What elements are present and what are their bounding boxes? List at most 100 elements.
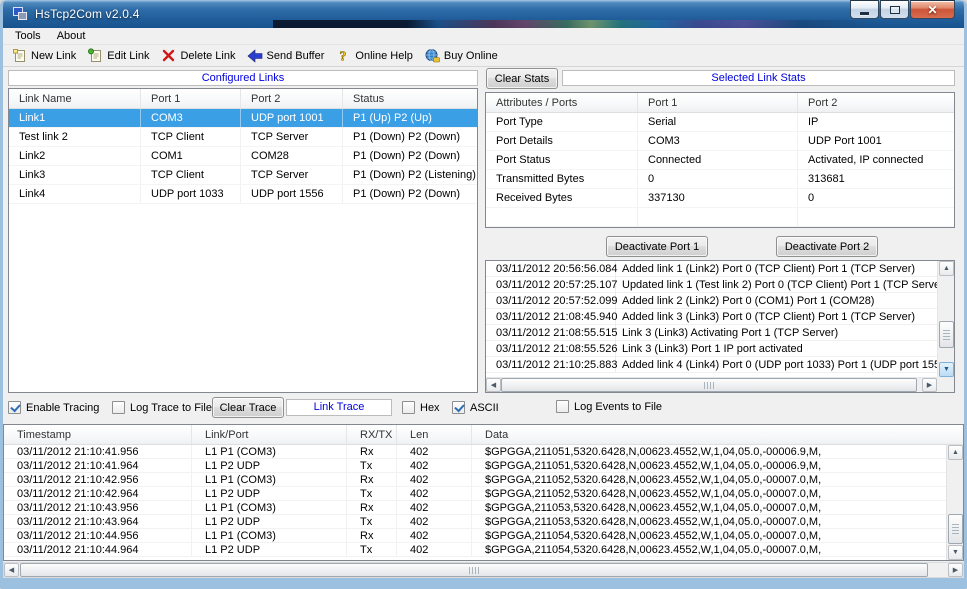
column-header[interactable]: Port 1 bbox=[638, 93, 798, 112]
stats-cell: Activated, IP connected bbox=[798, 151, 954, 169]
checkbox-box[interactable] bbox=[452, 401, 465, 414]
link-row[interactable]: Link1COM3UDP port 1001P1 (Up) P2 (Up) bbox=[9, 109, 477, 128]
trace-cell: 402 bbox=[397, 445, 472, 458]
scroll-left-button[interactable]: ◀ bbox=[486, 378, 501, 392]
event-log-row[interactable]: 03/11/2012 21:08:55.515Link 3 (Link3) Ac… bbox=[486, 325, 937, 341]
link-cell: TCP Server bbox=[241, 166, 343, 184]
scroll-down-button[interactable]: ▼ bbox=[948, 545, 963, 560]
event-text: Added link 1 (Link2) Port 0 (TCP Client)… bbox=[616, 263, 937, 275]
deactivate-port2-button[interactable]: Deactivate Port 2 bbox=[776, 236, 878, 257]
link-cell: UDP port 1556 bbox=[241, 185, 343, 203]
scroll-thumb[interactable] bbox=[939, 321, 954, 348]
deactivate-port1-button[interactable]: Deactivate Port 1 bbox=[606, 236, 708, 257]
link-cell: COM3 bbox=[141, 109, 241, 127]
event-text: Updated link 1 (Test link 2) Port 0 (TCP… bbox=[616, 279, 937, 291]
trace-cell: $GPGGA,211052,5320.6428,N,00623.4552,W,1… bbox=[472, 473, 946, 486]
event-log-row[interactable]: 03/11/2012 20:56:56.084Added link 1 (Lin… bbox=[486, 261, 937, 277]
link-row[interactable]: Link2COM1COM28P1 (Down) P2 (Down) bbox=[9, 147, 477, 166]
scroll-down-button[interactable]: ▼ bbox=[939, 362, 954, 377]
stats-cell: 0 bbox=[638, 170, 798, 188]
scroll-thumb[interactable] bbox=[948, 514, 963, 544]
stats-cell: COM3 bbox=[638, 132, 798, 150]
event-text: Added link 2 (Link2) Port 0 (COM1) Port … bbox=[616, 295, 937, 307]
send-buffer-icon bbox=[247, 48, 263, 63]
column-header[interactable]: Status bbox=[343, 89, 477, 108]
column-header[interactable]: Port 2 bbox=[241, 89, 343, 108]
checkbox-box[interactable] bbox=[402, 401, 415, 414]
trace-row[interactable]: 03/11/2012 21:10:44.964L1 P2 UDPTx402$GP… bbox=[4, 543, 946, 557]
trace-cell: 402 bbox=[397, 501, 472, 514]
link-cell: UDP port 1033 bbox=[141, 185, 241, 203]
enable-tracing-checkbox[interactable]: Enable Tracing bbox=[8, 400, 99, 415]
column-header[interactable]: RX/TX bbox=[347, 425, 397, 444]
link-row[interactable]: Test link 2TCP ClientTCP ServerP1 (Down)… bbox=[9, 128, 477, 147]
checkbox-box[interactable] bbox=[8, 401, 21, 414]
toolbar-delete-link-button[interactable]: Delete Link bbox=[156, 47, 242, 64]
title-bar[interactable]: HsTcp2Com v2.0.4 ✕ bbox=[3, 0, 964, 28]
checkbox-box[interactable] bbox=[556, 400, 569, 413]
link-cell: COM28 bbox=[241, 147, 343, 165]
column-header[interactable]: Link Name bbox=[9, 89, 141, 108]
scrollbar-corner bbox=[937, 377, 954, 392]
clear-trace-button[interactable]: Clear Trace bbox=[212, 397, 284, 418]
stats-cell bbox=[798, 208, 954, 226]
event-log-row[interactable]: 03/11/2012 20:57:52.099Added link 2 (Lin… bbox=[486, 293, 937, 309]
link-cell: TCP Client bbox=[141, 128, 241, 146]
checkbox-label: Log Events to File bbox=[574, 401, 662, 413]
trace-row[interactable]: 03/11/2012 21:10:41.956L1 P1 (COM3)Rx402… bbox=[4, 445, 946, 459]
minimize-button[interactable] bbox=[850, 0, 879, 19]
column-header[interactable]: Port 2 bbox=[798, 93, 954, 112]
hex-checkbox[interactable]: Hex bbox=[402, 400, 440, 415]
stats-empty-row bbox=[486, 227, 954, 228]
event-log-row[interactable]: 03/11/2012 21:08:55.526Link 3 (Link3) Po… bbox=[486, 341, 937, 357]
toolbar-button-label: New Link bbox=[31, 50, 76, 62]
trace-row[interactable]: 03/11/2012 21:10:43.956L1 P1 (COM3)Rx402… bbox=[4, 501, 946, 515]
trace-vscrollbar[interactable]: ▲ ▼ bbox=[946, 445, 963, 560]
log-trace-to-file-checkbox[interactable]: Log Trace to File bbox=[112, 400, 212, 415]
toolbar-new-link-button[interactable]: New Link bbox=[7, 47, 83, 64]
column-header[interactable]: Len bbox=[397, 425, 472, 444]
link-cell: P1 (Down) P2 (Down) bbox=[343, 185, 477, 203]
app-window: HsTcp2Com v2.0.4 ✕ ToolsAbout New Link Ed… bbox=[0, 0, 967, 589]
maximize-button[interactable] bbox=[880, 0, 909, 19]
toolbar-send-buffer-button[interactable]: Send Buffer bbox=[243, 47, 332, 64]
menu-item-tools[interactable]: Tools bbox=[7, 29, 49, 43]
event-log-hscrollbar[interactable]: ◀ ▶ bbox=[486, 377, 937, 392]
link-row[interactable]: Link3TCP ClientTCP ServerP1 (Down) P2 (L… bbox=[9, 166, 477, 185]
event-log-row[interactable]: 03/11/2012 20:57:25.107Updated link 1 (T… bbox=[486, 277, 937, 293]
scroll-left-button[interactable]: ◀ bbox=[4, 563, 19, 577]
trace-row[interactable]: 03/11/2012 21:10:41.964L1 P2 UDPTx402$GP… bbox=[4, 459, 946, 473]
trace-hscrollbar[interactable]: ◀ ▶ bbox=[3, 562, 964, 578]
scroll-thumb[interactable] bbox=[501, 378, 917, 392]
column-header[interactable]: Data bbox=[472, 425, 963, 444]
link-row[interactable]: Link4UDP port 1033UDP port 1556P1 (Down)… bbox=[9, 185, 477, 204]
checkbox-box[interactable] bbox=[112, 401, 125, 414]
column-header[interactable]: Timestamp bbox=[4, 425, 192, 444]
stats-cell: 337130 bbox=[638, 189, 798, 207]
menu-item-about[interactable]: About bbox=[49, 29, 94, 43]
column-header[interactable]: Link/Port bbox=[192, 425, 347, 444]
scroll-up-button[interactable]: ▲ bbox=[948, 445, 963, 460]
column-header[interactable]: Port 1 bbox=[141, 89, 241, 108]
scroll-right-button[interactable]: ▶ bbox=[948, 563, 963, 577]
clear-stats-button[interactable]: Clear Stats bbox=[486, 68, 558, 89]
trace-row[interactable]: 03/11/2012 21:10:43.964L1 P2 UDPTx402$GP… bbox=[4, 515, 946, 529]
event-log-vscrollbar[interactable]: ▲ ▼ bbox=[937, 261, 954, 377]
trace-row[interactable]: 03/11/2012 21:10:44.956L1 P1 (COM3)Rx402… bbox=[4, 529, 946, 543]
trace-row[interactable]: 03/11/2012 21:10:42.956L1 P1 (COM3)Rx402… bbox=[4, 473, 946, 487]
toolbar-online-help-button[interactable]: ?Online Help bbox=[331, 47, 419, 64]
trace-row[interactable]: 03/11/2012 21:10:42.964L1 P2 UDPTx402$GP… bbox=[4, 487, 946, 501]
toolbar-edit-link-button[interactable]: Edit Link bbox=[83, 47, 156, 64]
ascii-checkbox[interactable]: ASCII bbox=[452, 400, 499, 415]
event-log-row[interactable]: 03/11/2012 21:08:45.940Added link 3 (Lin… bbox=[486, 309, 937, 325]
scroll-up-button[interactable]: ▲ bbox=[939, 261, 954, 276]
stats-cell: Received Bytes bbox=[486, 189, 638, 207]
log-events-to-file-checkbox[interactable]: Log Events to File bbox=[556, 399, 662, 414]
toolbar-buy-online-button[interactable]: Buy Online bbox=[420, 47, 505, 64]
column-header[interactable]: Attributes / Ports bbox=[486, 93, 638, 112]
trace-cell: L1 P1 (COM3) bbox=[192, 473, 347, 486]
scroll-right-button[interactable]: ▶ bbox=[922, 378, 937, 392]
event-log-row[interactable]: 03/11/2012 21:10:25.883Added link 4 (Lin… bbox=[486, 357, 937, 373]
scroll-thumb[interactable] bbox=[20, 563, 928, 577]
close-button[interactable]: ✕ bbox=[910, 0, 955, 19]
